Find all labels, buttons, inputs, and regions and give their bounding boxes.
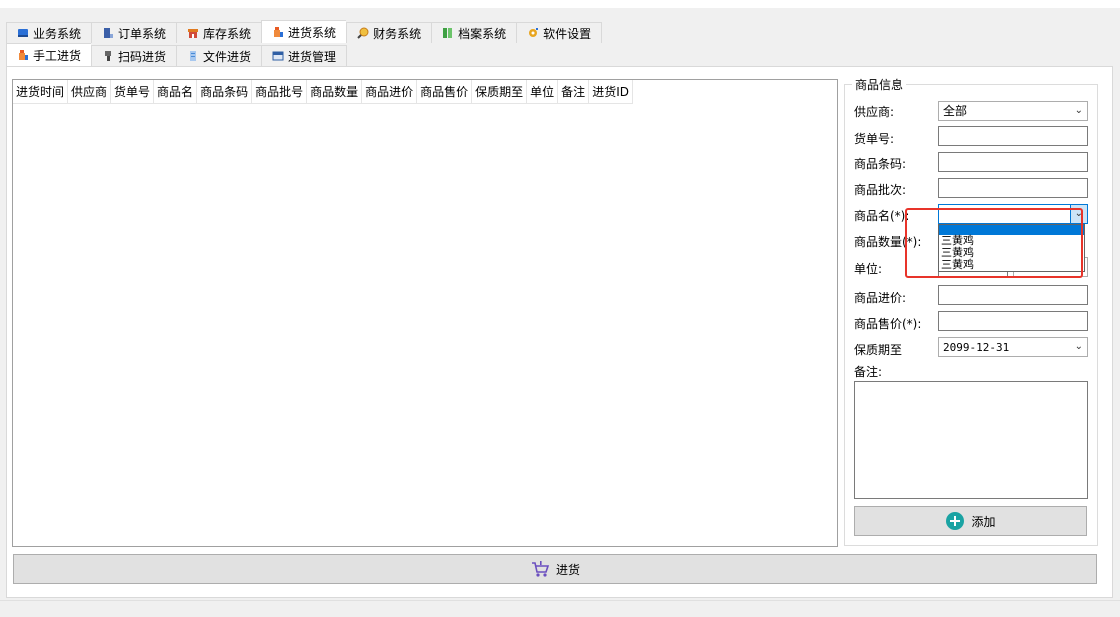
file-icon xyxy=(190,51,197,61)
column-header[interactable]: 商品条码 xyxy=(197,80,253,104)
scanner-icon xyxy=(105,51,112,61)
cart-icon xyxy=(531,561,550,577)
chevron-down-icon: ⌄ xyxy=(1074,105,1083,116)
column-header[interactable]: 商品数量 xyxy=(307,80,363,104)
order-no-input[interactable] xyxy=(938,126,1088,146)
column-header[interactable]: 商品批号 xyxy=(252,80,308,104)
batch-input[interactable] xyxy=(938,178,1088,198)
supplier-select[interactable]: 全部 ⌄ xyxy=(938,101,1088,121)
expiry-date-picker[interactable]: 2099-12-31 ⌄ xyxy=(938,337,1088,357)
tab-label: 订单系统 xyxy=(118,26,167,41)
expiry-label: 保质期至 xyxy=(854,343,903,357)
column-header[interactable]: 备注 xyxy=(558,80,590,104)
book-icon xyxy=(18,29,28,37)
tab-label: 软件设置 xyxy=(543,26,592,41)
column-header[interactable]: 保质期至 xyxy=(472,80,528,104)
column-header[interactable]: 商品售价 xyxy=(417,80,473,104)
unit-label: 单位: xyxy=(854,262,883,276)
tab-label: 库存系统 xyxy=(203,26,252,41)
bottle-icon xyxy=(19,50,28,60)
chevron-down-icon: ⌄ xyxy=(1074,341,1083,352)
notes-label: 备注: xyxy=(854,365,883,379)
expiry-value: 2099-12-31 xyxy=(943,341,1010,354)
column-header[interactable]: 进货时间 xyxy=(13,80,69,104)
cost-price-input[interactable] xyxy=(938,285,1088,305)
gear-icon xyxy=(529,28,539,37)
main-tab-bar: 业务系统 订单系统 库存系统 进货系统 财务系统 档案系统 软件设置 xyxy=(6,20,603,43)
bottle-icon xyxy=(274,27,284,37)
purchase-button[interactable]: 进货 xyxy=(13,554,1097,584)
tab-purchase-management[interactable]: 进货管理 xyxy=(261,45,348,66)
tab-label: 手工进货 xyxy=(33,48,82,63)
tab-purchase[interactable]: 进货系统 xyxy=(261,20,347,43)
tab-finance[interactable]: 财务系统 xyxy=(346,22,432,43)
tab-inventory[interactable]: 库存系统 xyxy=(176,22,262,43)
window-top-strip xyxy=(0,0,1120,8)
window-icon xyxy=(272,51,284,61)
archive-icon xyxy=(443,28,453,38)
product-name-label: 商品名(*): xyxy=(854,209,910,223)
supplier-label: 供应商: xyxy=(854,105,895,119)
column-header[interactable]: 单位 xyxy=(527,80,559,104)
barcode-label: 商品条码: xyxy=(854,157,907,171)
magnifier-icon xyxy=(357,27,369,39)
tab-orders[interactable]: 订单系统 xyxy=(91,22,177,43)
tab-label: 扫码进货 xyxy=(118,49,167,64)
barcode-input[interactable] xyxy=(938,152,1088,172)
tab-label: 档案系统 xyxy=(458,26,507,41)
tab-label: 文件进货 xyxy=(203,49,252,64)
grid-header: 进货时间 供应商 货单号 商品名 商品条码 商品批号 商品数量 商品进价 商品售… xyxy=(13,80,837,104)
tab-business[interactable]: 业务系统 xyxy=(6,22,92,43)
column-header[interactable]: 进货ID xyxy=(589,80,633,104)
tab-scan-purchase[interactable]: 扫码进货 xyxy=(91,45,177,66)
store-icon xyxy=(188,29,199,38)
tab-file-purchase[interactable]: 文件进货 xyxy=(176,45,262,66)
order-no-label: 货单号: xyxy=(854,132,895,146)
column-header[interactable]: 货单号 xyxy=(111,80,155,104)
tab-label: 进货管理 xyxy=(288,49,337,64)
status-strip xyxy=(0,600,1120,617)
group-title: 商品信息 xyxy=(852,76,907,93)
document-icon xyxy=(104,28,114,38)
column-header[interactable]: 商品名 xyxy=(154,80,198,104)
cost-price-label: 商品进价: xyxy=(854,291,907,305)
purchase-button-label: 进货 xyxy=(555,562,580,577)
add-button[interactable]: 添加 xyxy=(854,506,1087,536)
highlight-box xyxy=(905,208,1083,278)
column-header[interactable]: 供应商 xyxy=(68,80,112,104)
sub-tab-bar: 手工进货 扫码进货 文件进货 进货管理 xyxy=(6,43,348,66)
notes-textarea[interactable] xyxy=(854,381,1088,499)
plus-circle-icon xyxy=(946,512,965,530)
supplier-value: 全部 xyxy=(943,104,968,118)
sale-price-label: 商品售价(*): xyxy=(854,317,922,331)
purchase-grid[interactable]: 进货时间 供应商 货单号 商品名 商品条码 商品批号 商品数量 商品进价 商品售… xyxy=(12,79,838,547)
batch-label: 商品批次: xyxy=(854,183,907,197)
tab-label: 业务系统 xyxy=(33,26,82,41)
tab-manual-purchase[interactable]: 手工进货 xyxy=(6,43,92,66)
tab-archive[interactable]: 档案系统 xyxy=(431,22,517,43)
add-button-label: 添加 xyxy=(971,514,996,529)
tab-label: 财务系统 xyxy=(373,26,422,41)
tab-label: 进货系统 xyxy=(288,25,337,40)
column-header[interactable]: 商品进价 xyxy=(362,80,418,104)
tab-settings[interactable]: 软件设置 xyxy=(516,22,603,43)
sale-price-input[interactable] xyxy=(938,311,1088,331)
